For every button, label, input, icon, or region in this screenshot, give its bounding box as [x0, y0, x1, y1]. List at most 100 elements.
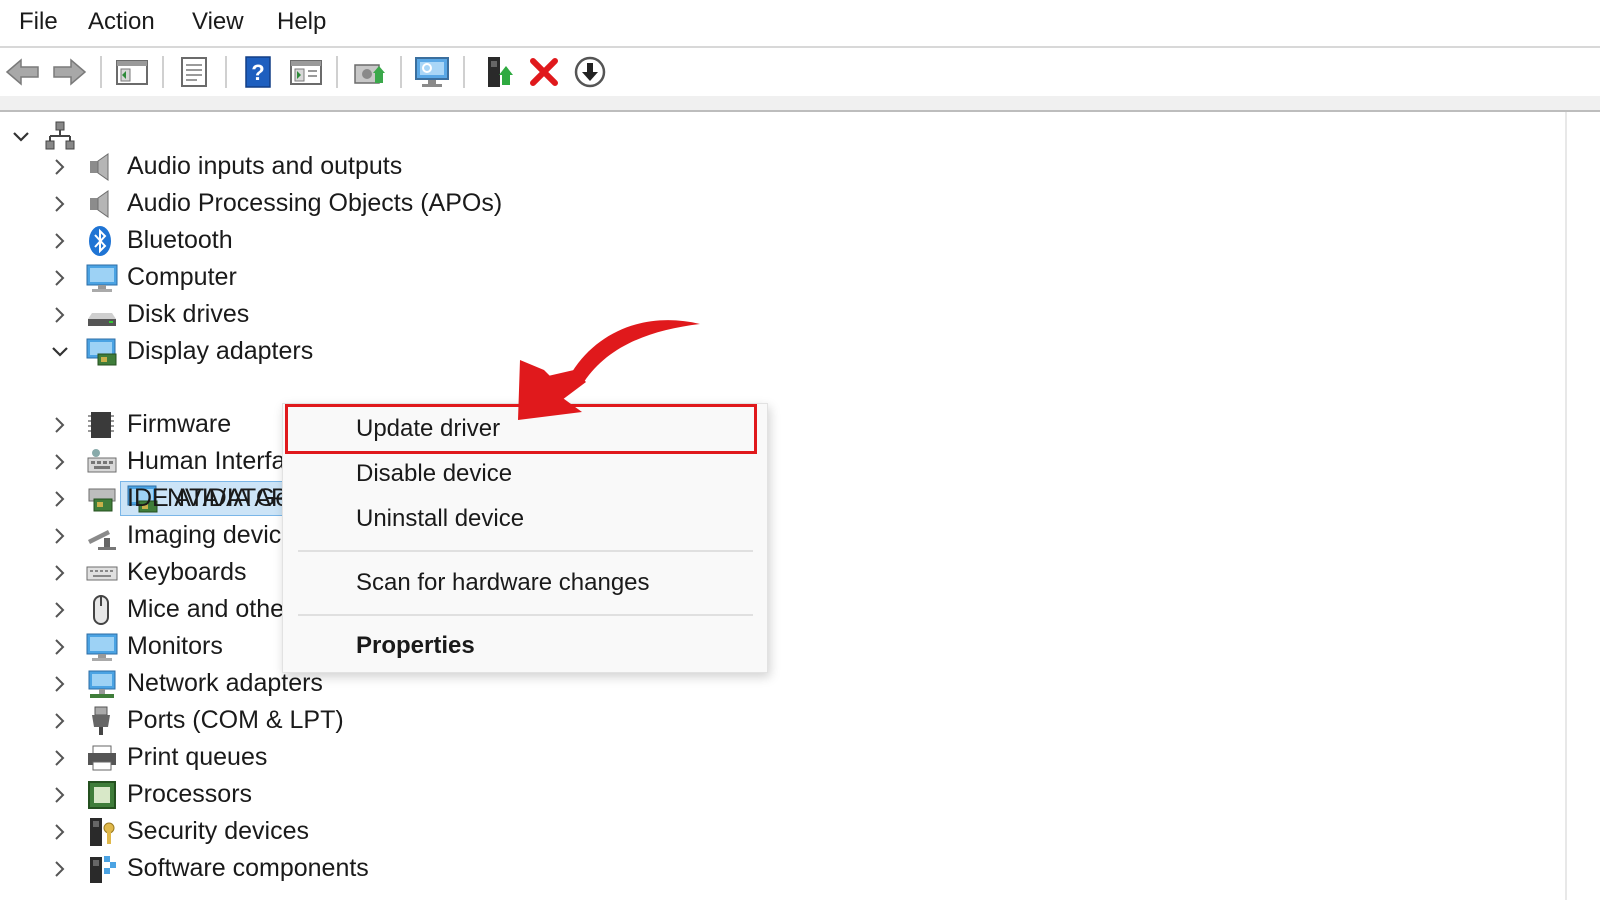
pane-border: [1565, 112, 1567, 900]
tree-item-label: Network adapters: [127, 669, 323, 697]
chevron-right-icon[interactable]: [50, 305, 70, 325]
download-icon[interactable]: [571, 54, 609, 90]
tree-item-label: Audio inputs and outputs: [127, 152, 403, 180]
context-separator: [298, 614, 753, 616]
help-icon[interactable]: ?: [239, 54, 277, 90]
toolbar-separator: [100, 56, 102, 88]
menu-file[interactable]: File: [17, 8, 60, 36]
tree-item-label: Human Interfa: [127, 447, 286, 475]
context-item-label: Scan for hardware changes: [356, 569, 650, 596]
tree-item-apos[interactable]: Audio Processing Objects (APOs): [0, 186, 900, 222]
chevron-right-icon[interactable]: [50, 268, 70, 288]
keyboard-icon: [86, 566, 118, 581]
forward-icon[interactable]: [50, 54, 88, 90]
tree-item-security-devices[interactable]: Security devices: [0, 814, 900, 850]
mouse-icon: [93, 595, 109, 625]
chevron-right-icon[interactable]: [50, 526, 70, 546]
context-uninstall-device[interactable]: Uninstall device: [283, 497, 769, 541]
tree-item-computer[interactable]: Computer: [0, 260, 900, 296]
port-icon: [92, 706, 110, 735]
tree-item-ports[interactable]: Ports (COM & LPT): [0, 703, 900, 739]
tree-item-audio-inputs[interactable]: Audio inputs and outputs: [0, 149, 900, 185]
chevron-right-icon[interactable]: [50, 194, 70, 214]
chevron-down-icon[interactable]: [11, 127, 31, 147]
chevron-right-icon[interactable]: [50, 415, 70, 435]
ide-controller-icon: [88, 488, 116, 512]
tree-item-label: Mice and othe: [127, 595, 285, 623]
tree-item-print-queues[interactable]: Print queues: [0, 740, 900, 776]
toolbar-separator: [400, 56, 402, 88]
disk-drive-icon: [88, 313, 116, 326]
chevron-right-icon[interactable]: [50, 600, 70, 620]
menu-bar: File Action View Help: [0, 0, 1600, 46]
context-disable-device[interactable]: Disable device: [283, 452, 769, 496]
context-properties[interactable]: Properties: [283, 624, 769, 668]
software-component-icon: [90, 856, 116, 883]
chevron-right-icon[interactable]: [50, 637, 70, 657]
speaker-icon: [90, 190, 109, 218]
menu-help[interactable]: Help: [275, 8, 328, 36]
chevron-right-icon[interactable]: [50, 859, 70, 879]
tree-item-label: Processors: [127, 780, 253, 808]
tree-item-processors[interactable]: Processors: [0, 777, 900, 813]
toolbar-divider: [0, 96, 1600, 112]
tree-item-label: Keyboards: [127, 558, 247, 586]
context-item-label: Uninstall device: [356, 505, 525, 532]
chevron-right-icon[interactable]: [50, 785, 70, 805]
context-scan-hardware[interactable]: Scan for hardware changes: [283, 561, 769, 605]
update-driver-icon[interactable]: [350, 54, 388, 90]
menu-view[interactable]: View: [190, 8, 246, 36]
tree-item-label: Audio Processing Objects (APOs): [127, 189, 503, 217]
toolbar-separator: [162, 56, 164, 88]
tree-item-label: Bluetooth: [127, 226, 233, 254]
tree-item-label: IDE ATA/ATAP: [127, 484, 288, 512]
tree-item-software-components[interactable]: Software components: [0, 851, 900, 887]
context-separator: [298, 550, 753, 552]
tree-root[interactable]: [0, 118, 200, 152]
tree-item-label: Ports (COM & LPT): [127, 706, 344, 734]
chevron-down-icon[interactable]: [50, 342, 70, 362]
uninstall-device-icon[interactable]: [525, 54, 563, 90]
back-icon[interactable]: [4, 54, 42, 90]
action-pane-icon[interactable]: [287, 54, 325, 90]
context-item-label: Properties: [356, 632, 475, 659]
properties-icon[interactable]: [175, 54, 213, 90]
show-hide-console-tree-icon[interactable]: [113, 54, 151, 90]
firmware-chip-icon: [88, 412, 114, 438]
toolbar-separator: [225, 56, 227, 88]
processor-icon: [88, 781, 116, 809]
human-interface-icon: [87, 449, 117, 473]
chevron-right-icon[interactable]: [50, 489, 70, 509]
toolbar: ?: [0, 48, 1600, 96]
toolbar-separator: [336, 56, 338, 88]
printer-icon: [88, 745, 116, 771]
enable-device-icon[interactable]: [479, 54, 517, 90]
computer-network-icon: [45, 121, 75, 150]
chevron-right-icon[interactable]: [50, 748, 70, 768]
tree-item-label: Display adapters: [127, 337, 314, 365]
tree-item-disk-drives[interactable]: Disk drives: [0, 297, 900, 333]
chevron-right-icon[interactable]: [50, 452, 70, 472]
camera-icon: [88, 530, 116, 550]
tree-item-label: Security devices: [127, 817, 310, 845]
chevron-right-icon[interactable]: [50, 157, 70, 177]
chevron-right-icon[interactable]: [50, 822, 70, 842]
tree-item-bluetooth[interactable]: Bluetooth: [0, 223, 900, 259]
chevron-right-icon[interactable]: [50, 563, 70, 583]
context-item-label: Disable device: [356, 460, 513, 487]
chevron-right-icon[interactable]: [50, 674, 70, 694]
tree-item-label: Computer: [127, 263, 237, 291]
menu-action[interactable]: Action: [86, 8, 157, 36]
tree-item-label: Disk drives: [127, 300, 250, 328]
red-arrow-annotation: [518, 320, 700, 420]
device-tree: Audio inputs and outputs Audio Processin…: [0, 112, 1600, 900]
monitor-icon: [86, 633, 118, 661]
display-adapter-icon: [86, 338, 117, 366]
chevron-right-icon[interactable]: [50, 711, 70, 731]
security-key-icon: [90, 818, 115, 846]
monitor-icon: [86, 264, 118, 292]
network-adapter-icon: [88, 670, 116, 698]
tree-item-display-adapters[interactable]: Display adapters: [0, 334, 900, 370]
scan-hardware-icon[interactable]: [413, 54, 451, 90]
chevron-right-icon[interactable]: [50, 231, 70, 251]
